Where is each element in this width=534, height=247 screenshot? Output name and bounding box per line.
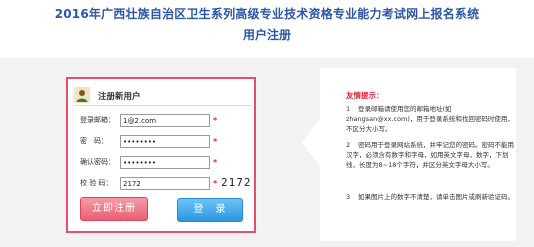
tip-text: 登录邮箱请使用您的邮箱地址(如zhangsan@xx.com)，用于登录系统和找… [346, 105, 514, 133]
captcha-label: 校 验 码： [80, 179, 113, 187]
confirm-password-input[interactable] [120, 156, 210, 169]
login-button[interactable]: 登 录 [177, 198, 243, 222]
required-mark: * [213, 158, 218, 167]
tip-number: 3 [346, 193, 351, 201]
required-mark: * [213, 137, 218, 146]
tips-pointer [302, 118, 320, 166]
tip-number: 1 [346, 105, 351, 113]
captcha-image[interactable]: 2172 [221, 176, 252, 189]
email-label: 登录邮箱： [80, 116, 115, 124]
tip-text: 如果图片上的数字不清楚，请单击图片或刷新验证码。 [358, 193, 514, 201]
email-input[interactable] [120, 114, 210, 127]
page-title: 2016年广西壮族自治区卫生系列高级专业技术资格专业能力考试网上报名系统 [54, 7, 480, 21]
tips-title: 友情提示： [346, 91, 384, 100]
register-button[interactable]: 立即注册 [80, 197, 148, 221]
heading-divider [74, 105, 252, 106]
tip-item: 2 密码用于登录网站系统，并牢记您的密码。密码不能用汉字，必须含有数字和字母，如用… [346, 140, 516, 170]
password-input[interactable] [120, 135, 210, 148]
required-mark: * [213, 179, 218, 188]
page-subtitle: 用户注册 [242, 28, 291, 42]
user-icon [74, 87, 90, 103]
confirm-password-label: 确认密码： [80, 158, 115, 166]
tip-item: 3 如果图片上的数字不清楚，请单击图片或刷新验证码。 [346, 192, 516, 202]
tip-text: 密码用于登录网站系统，并牢记您的密码。密码不能用汉字，必须含有数字和字母，如用英… [346, 141, 514, 169]
tip-number: 2 [346, 141, 351, 149]
captcha-input[interactable] [120, 177, 210, 190]
form-heading: 注册新用户 [98, 92, 141, 102]
required-mark: * [213, 116, 218, 125]
password-label: 密 码： [80, 137, 108, 145]
tip-item: 1 登录邮箱请使用您的邮箱地址(如zhangsan@xx.com)，用于登录系统和… [346, 104, 516, 134]
